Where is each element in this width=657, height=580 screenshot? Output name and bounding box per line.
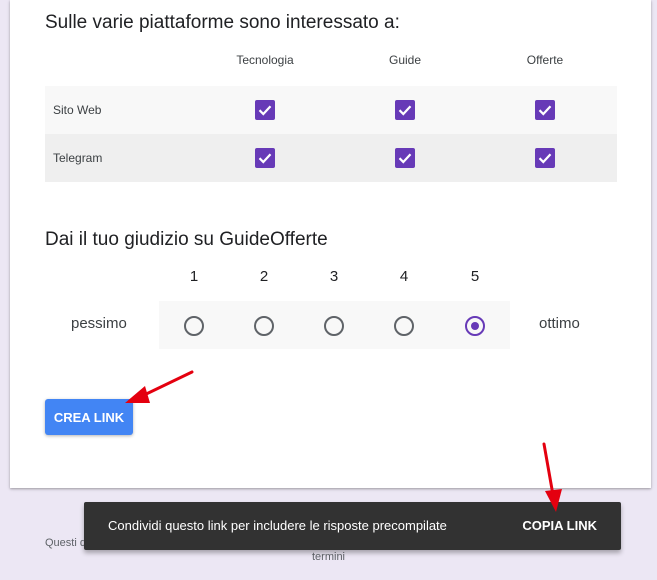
check-icon (398, 153, 412, 164)
grid-column-header-guide: Guide (388, 53, 422, 67)
check-icon (258, 153, 272, 164)
check-icon (538, 105, 552, 116)
checkbox-telegram-guide[interactable] (395, 148, 415, 168)
form-card: Sulle varie piattaforme sono interessato… (10, 0, 651, 488)
scale-question-title: Dai il tuo giudizio su GuideOfferte (45, 229, 328, 250)
check-icon (538, 153, 552, 164)
checkbox-telegram-offerte[interactable] (535, 148, 555, 168)
grid-row-sito-web: Sito Web (45, 86, 617, 134)
scale-number-5: 5 (470, 268, 480, 285)
check-icon (258, 105, 272, 116)
snackbar-message: Condividi questo link per includere le r… (108, 518, 447, 533)
scale-number-1: 1 (189, 268, 199, 285)
checkbox-telegram-tecnologia[interactable] (255, 148, 275, 168)
grid-column-header-tecnologia: Tecnologia (236, 53, 294, 67)
checkbox-sito-web-guide[interactable] (395, 100, 415, 120)
check-icon (398, 105, 412, 116)
radio-option-2[interactable] (254, 316, 274, 336)
copy-link-button[interactable]: COPIA LINK (522, 514, 597, 538)
checkbox-sito-web-tecnologia[interactable] (255, 100, 275, 120)
scale-number-2: 2 (259, 268, 269, 285)
grid-column-header-offerte: Offerte (526, 53, 564, 67)
radio-option-1[interactable] (184, 316, 204, 336)
grid-row-label: Sito Web (53, 103, 102, 117)
scale-low-label: pessimo (71, 315, 127, 332)
checkbox-sito-web-offerte[interactable] (535, 100, 555, 120)
radio-option-5[interactable] (465, 316, 485, 336)
grid-row-label: Telegram (53, 151, 103, 165)
snackbar: Condividi questo link per includere le r… (84, 502, 621, 550)
scale-number-3: 3 (329, 268, 339, 285)
footer-text: Questi d (45, 537, 86, 549)
grid-row-telegram: Telegram (45, 134, 617, 182)
grid-question-title: Sulle varie piattaforme sono interessato… (45, 12, 400, 33)
scale-high-label: ottimo (539, 315, 580, 332)
radio-option-3[interactable] (324, 316, 344, 336)
footer-terms-link[interactable]: termini (312, 551, 345, 563)
radio-option-4[interactable] (394, 316, 414, 336)
create-link-button[interactable]: CREA LINK (45, 399, 133, 435)
scale-number-4: 4 (399, 268, 409, 285)
